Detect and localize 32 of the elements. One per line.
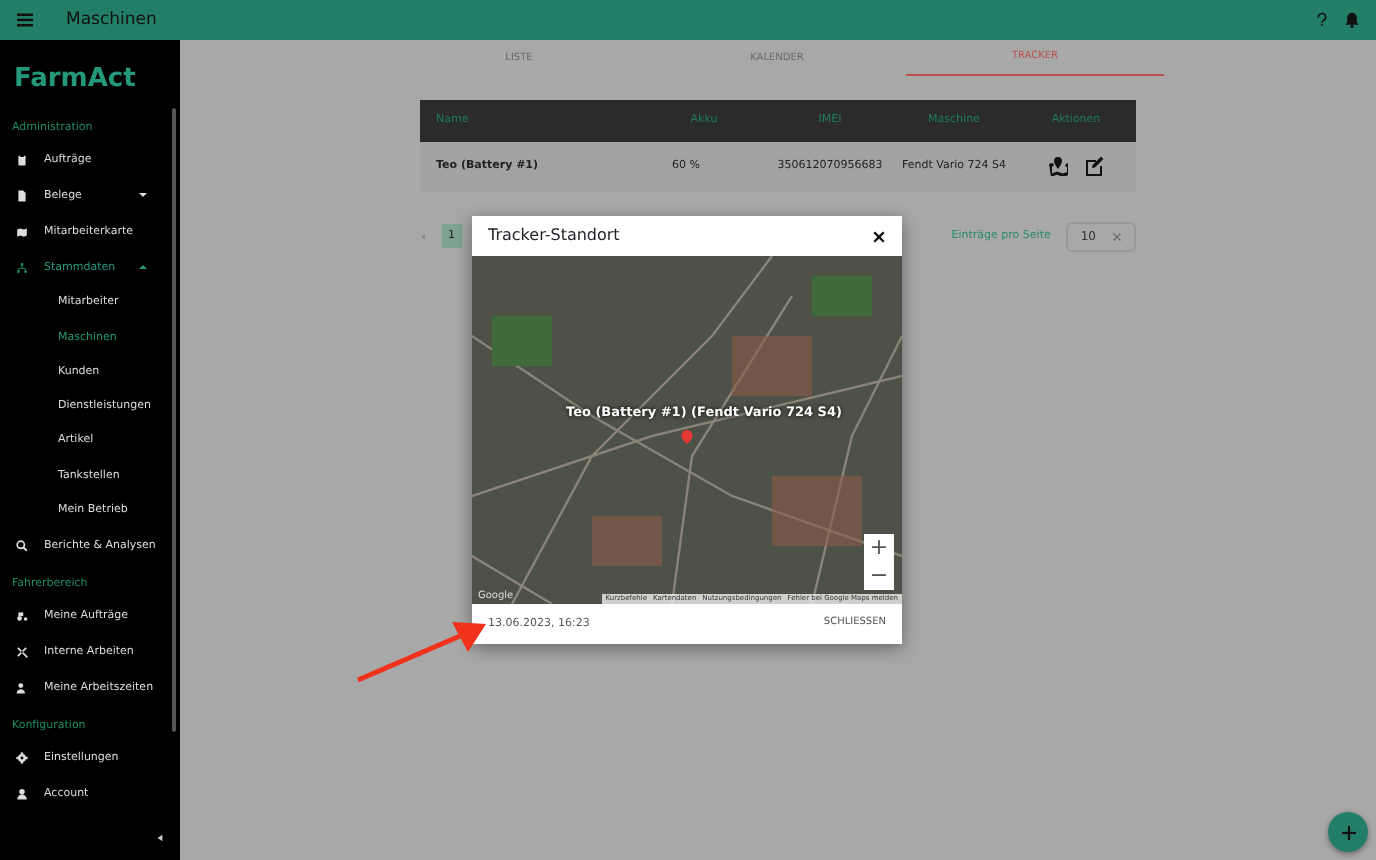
clipboard-icon: [16, 153, 28, 166]
bell-icon: [1344, 12, 1360, 28]
collapse-button[interactable]: [156, 832, 164, 844]
settings-icon: [16, 752, 28, 765]
document-icon: [16, 189, 28, 202]
help-icon: [1316, 12, 1328, 28]
edit-icon: [1084, 156, 1104, 176]
user-icon: [16, 788, 28, 801]
caret-icon: [156, 832, 164, 844]
menu-icon: [16, 12, 34, 28]
close-icon: [872, 229, 886, 243]
clear-icon: [1112, 231, 1122, 241]
help-button[interactable]: [1316, 12, 1328, 28]
plus-icon: [1341, 825, 1355, 839]
annotation-arrow: [356, 616, 488, 684]
menu-button[interactable]: [16, 12, 34, 28]
zoom-in-button[interactable]: +: [864, 534, 894, 562]
map-pin-icon: [1048, 156, 1068, 176]
app-logo: FarmAct: [12, 62, 138, 98]
hierarchy-icon: [16, 261, 28, 274]
edit-button[interactable]: [1084, 156, 1104, 176]
map-location-button[interactable]: [1048, 156, 1068, 176]
person-icon: [16, 682, 28, 695]
notification-button[interactable]: [1344, 12, 1360, 28]
zoom-out-button[interactable]: −: [864, 562, 894, 590]
dialog-title: Tracker-Standort: [488, 224, 622, 248]
add-button[interactable]: [1328, 812, 1368, 852]
search-icon: [16, 539, 28, 552]
page-title: Maschinen: [66, 7, 157, 33]
close-button[interactable]: [872, 229, 886, 243]
map-icon: [16, 225, 28, 238]
location-pin-icon: [680, 428, 694, 446]
